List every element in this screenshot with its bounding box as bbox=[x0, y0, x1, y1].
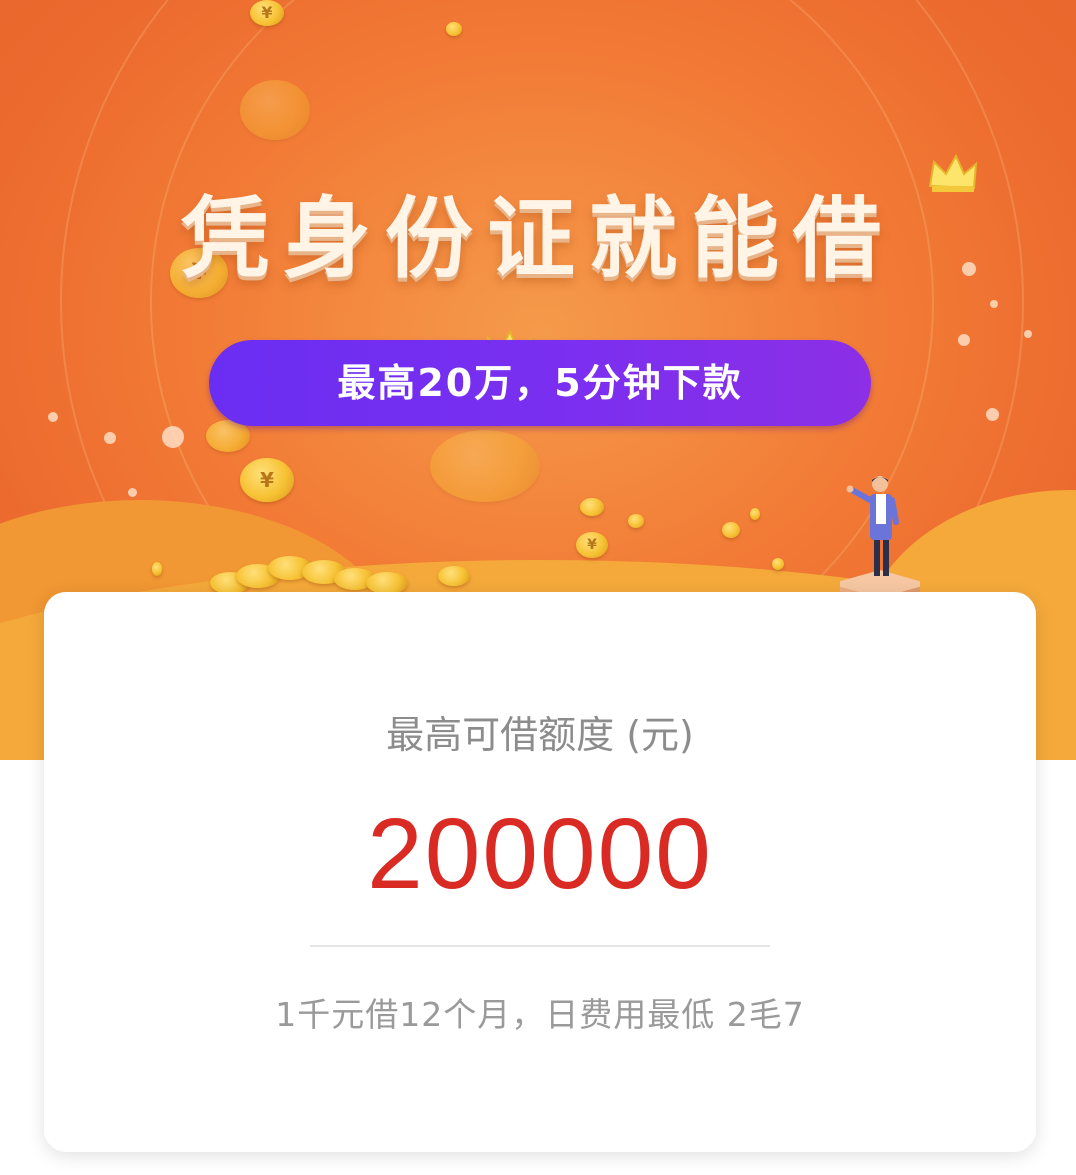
sparkle-dot bbox=[128, 488, 137, 497]
sparkle-dot bbox=[1024, 330, 1032, 338]
coin-icon bbox=[438, 566, 470, 586]
coin-icon: ¥ bbox=[576, 532, 608, 558]
coin-icon bbox=[580, 498, 604, 516]
sparkle-dot bbox=[104, 432, 116, 444]
coin-icon bbox=[628, 514, 644, 528]
loan-landing-page: ¥ ¥ ¥ ¥ 凭身份证就能借 最高20万，5分钟下款 最高可借额度 (元) 2… bbox=[0, 0, 1076, 1175]
banner-tagline-pill: 最高20万，5分钟下款 bbox=[209, 340, 871, 426]
limit-amount: 200000 bbox=[367, 798, 713, 910]
sparkle-dot bbox=[990, 300, 998, 308]
coin-icon bbox=[240, 80, 310, 140]
coin-icon bbox=[750, 508, 760, 520]
sparkle-dot bbox=[48, 412, 58, 422]
coin-icon: ¥ bbox=[250, 0, 284, 26]
person-illustration bbox=[840, 476, 920, 594]
divider bbox=[310, 945, 770, 947]
sparkle-dot bbox=[162, 426, 184, 448]
limit-label: 最高可借额度 (元) bbox=[386, 713, 694, 757]
coin-icon bbox=[772, 558, 784, 570]
coin-icon bbox=[722, 522, 740, 538]
loan-limit-card: 最高可借额度 (元) 200000 1千元借12个月，日费用最低 2毛7 bbox=[44, 592, 1036, 1152]
coin-icon bbox=[366, 572, 408, 594]
coin-icon: ¥ bbox=[240, 458, 294, 502]
banner-tagline: 最高20万，5分钟下款 bbox=[337, 361, 743, 405]
coin-icon bbox=[430, 430, 540, 502]
sparkle-dot bbox=[986, 408, 999, 421]
coin-icon bbox=[446, 22, 462, 36]
sparkle-dot bbox=[958, 334, 970, 346]
fee-note: 1千元借12个月，日费用最低 2毛7 bbox=[275, 995, 805, 1034]
banner-headline: 凭身份证就能借 bbox=[180, 187, 895, 290]
coin-icon bbox=[152, 562, 162, 576]
